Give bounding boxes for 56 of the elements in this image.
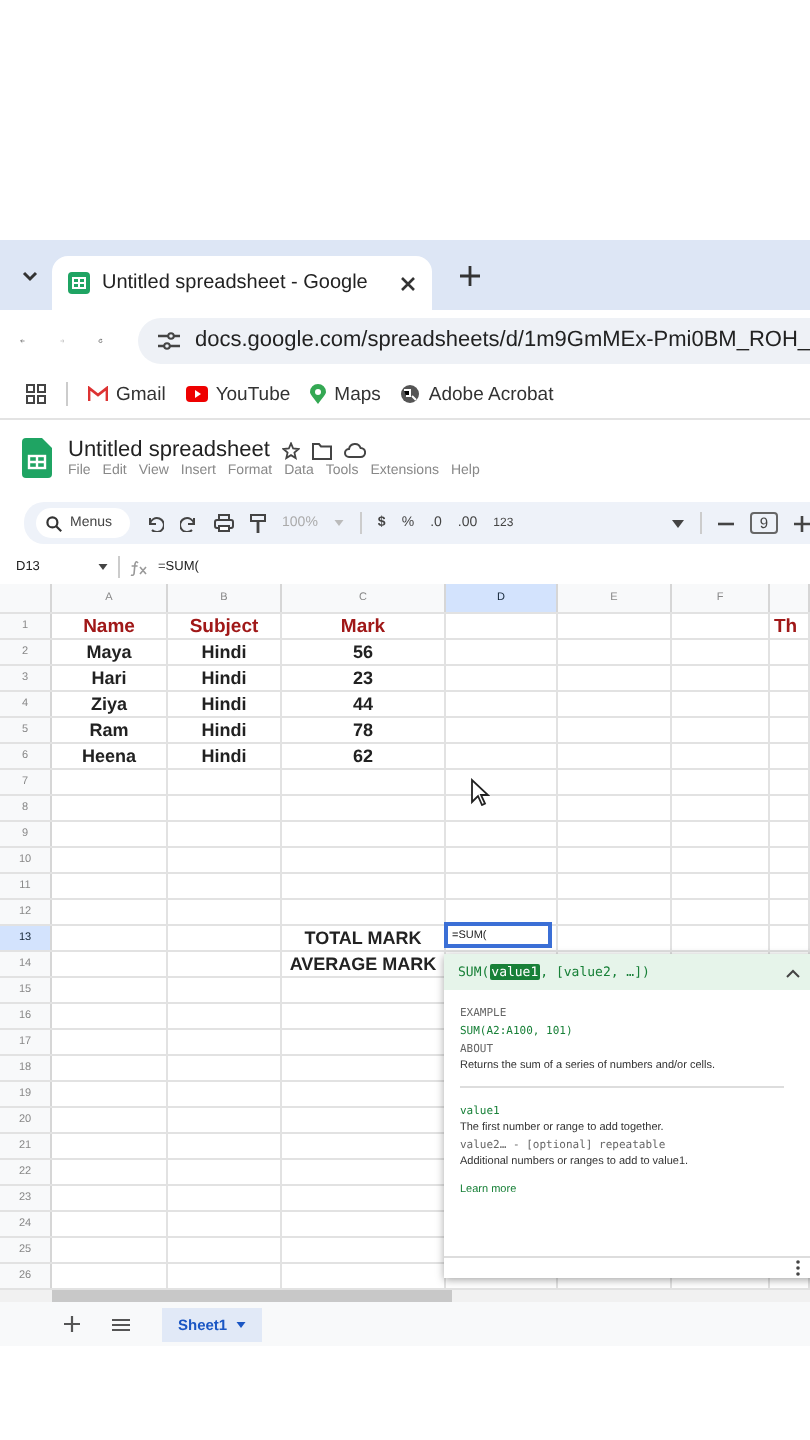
new-tab-icon[interactable]: [460, 265, 480, 285]
table-cell: 23: [352, 668, 373, 688]
table-cell: Subject: [189, 615, 259, 637]
print-icon[interactable]: [214, 514, 235, 532]
table-cell: TOTAL MARK: [304, 928, 422, 948]
dropdown-arrow-icon[interactable]: [98, 564, 108, 570]
table-cell: 62: [352, 746, 373, 766]
close-icon[interactable]: [400, 275, 416, 291]
plus-icon[interactable]: [794, 515, 810, 531]
collapse-icon[interactable]: [786, 967, 800, 977]
minus-icon[interactable]: [717, 521, 734, 525]
browser-tab[interactable]: Untitled spreadsheet - Google: [52, 256, 432, 310]
bookmark-link[interactable]: Adobe Acrobat: [400, 383, 554, 405]
add-sheet-icon[interactable]: [64, 1316, 80, 1332]
mouse-pointer-icon: [470, 778, 490, 806]
function-icon: [130, 559, 148, 575]
table-cell: 56: [352, 642, 373, 662]
sheet-list-icon[interactable]: [112, 1317, 130, 1331]
table-cell: Hindi: [201, 694, 247, 714]
table-cell: Hindi: [201, 720, 247, 740]
table-cell: Hari: [91, 668, 127, 688]
table-cell: Mark: [340, 615, 386, 637]
globe-icon: [400, 384, 421, 404]
table-cell: 78: [352, 720, 373, 740]
bookmark-link[interactable]: Maps: [310, 383, 381, 405]
dropdown-arrow-icon[interactable]: [235, 1322, 246, 1329]
paint-format-icon[interactable]: [250, 513, 267, 533]
table-cell: Th: [774, 615, 798, 637]
dropdown-arrow-icon[interactable]: [671, 519, 684, 527]
search-icon: [46, 515, 62, 531]
apps-grid-icon[interactable]: [26, 384, 46, 404]
table-cell: Hindi: [201, 746, 247, 766]
play-icon: [185, 386, 208, 402]
table-cell: Hindi: [201, 642, 247, 662]
redo-icon[interactable]: [180, 514, 199, 532]
table-cell: Heena: [81, 746, 136, 766]
document-title[interactable]: Untitled spreadsheet: [68, 438, 270, 462]
spreadsheet-logo-icon[interactable]: [22, 438, 52, 478]
table-cell: AVERAGE MARK: [289, 954, 437, 974]
table-cell: 44: [352, 694, 373, 714]
address-bar[interactable]: docs.google.com/spreadsheets/d/1m9GmMEx-Pmi0BM_ROH_: [137, 317, 810, 363]
table-cell: Hindi: [201, 668, 247, 688]
cloud-icon[interactable]: [343, 442, 366, 458]
table-cell: Maya: [86, 642, 132, 662]
table-cell: Ziya: [90, 694, 127, 714]
star-icon[interactable]: [281, 441, 300, 459]
map-pin-icon: [310, 384, 327, 404]
spreadsheet-favicon-icon: [68, 272, 90, 294]
bookmark-link[interactable]: YouTube: [185, 383, 291, 405]
table-cell: Ram: [89, 720, 129, 740]
mail-icon: [88, 386, 108, 402]
undo-icon[interactable]: [146, 514, 165, 532]
bookmark-link[interactable]: Gmail: [88, 383, 166, 405]
tune-icon[interactable]: [157, 331, 179, 349]
folder-icon[interactable]: [311, 441, 332, 459]
table-cell: Name: [83, 615, 135, 637]
